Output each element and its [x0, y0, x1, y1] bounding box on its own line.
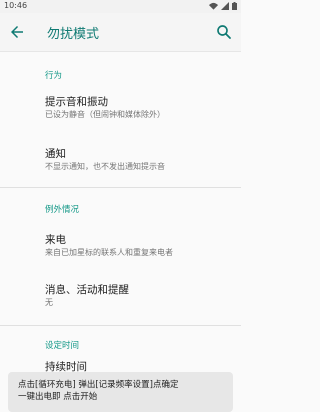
- status-bar: 10:46: [0, 0, 241, 13]
- battery-icon: [232, 2, 237, 10]
- setting-item-sound-vibration[interactable]: 提示音和振动 已设为静音（但闹钟和媒体除外）: [45, 95, 165, 121]
- status-icons: [209, 2, 237, 10]
- item-title: 消息、活动和提醒: [45, 284, 129, 296]
- page-title: 勿扰模式: [47, 27, 100, 42]
- section-title-exceptions: 例外情况: [45, 205, 80, 215]
- item-title: 通知: [45, 148, 66, 160]
- app-bar: 勿扰模式: [0, 13, 241, 52]
- divider: [0, 325, 241, 326]
- snackbar-text-line1: 点击[循环充电] 弹出[记录频率设置]点确定: [18, 380, 179, 390]
- setting-item-notifications[interactable]: 通知 不显示通知，也不发出通知提示音: [45, 147, 165, 173]
- item-subtitle: 来自已加星标的联系人和重复来电者: [45, 248, 173, 257]
- back-arrow-icon[interactable]: [8, 23, 26, 41]
- setting-item-calls[interactable]: 来电 来自已加星标的联系人和重复来电者: [45, 233, 173, 259]
- section-title-behavior: 行为: [45, 71, 63, 81]
- snackbar[interactable]: 点击[循环充电] 弹出[记录频率设置]点确定 一键出电即 点击开始: [8, 372, 233, 412]
- search-icon[interactable]: [215, 23, 233, 41]
- item-title: 来电: [45, 234, 66, 246]
- divider: [0, 187, 241, 188]
- item-title: 提示音和振动: [45, 96, 108, 108]
- snackbar-text-line2: 一键出电即 点击开始: [18, 392, 98, 402]
- setting-item-messages-events-reminders[interactable]: 消息、活动和提醒 无: [45, 283, 129, 309]
- item-subtitle: 无: [45, 298, 53, 307]
- section-title-schedule: 设定时间: [45, 341, 80, 351]
- status-time: 10:46: [4, 1, 28, 10]
- signal-icon: [221, 2, 229, 10]
- wifi-icon: [209, 2, 218, 10]
- item-subtitle: 已设为静音（但闹钟和媒体除外）: [45, 110, 165, 119]
- item-subtitle: 不显示通知，也不发出通知提示音: [45, 162, 165, 171]
